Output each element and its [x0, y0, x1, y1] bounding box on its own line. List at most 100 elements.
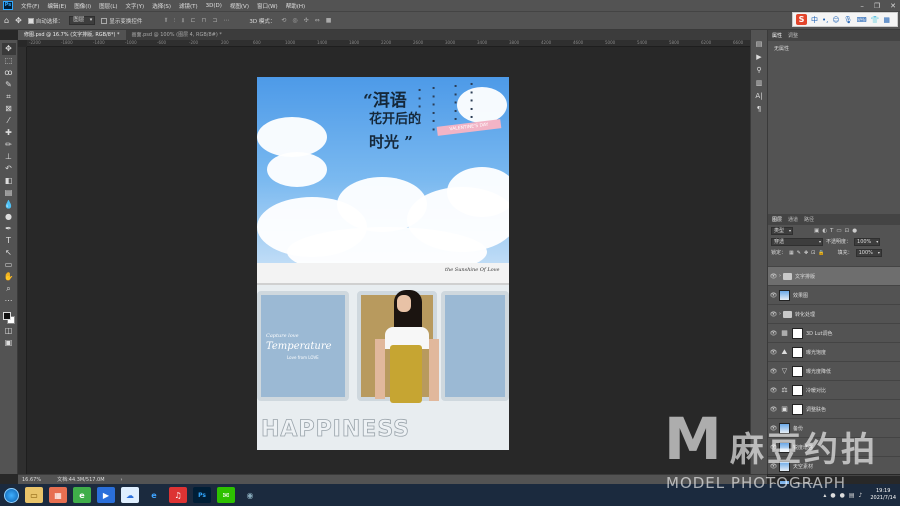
3d-scale-icon[interactable]: ■	[326, 17, 332, 25]
layer-mask-thumbnail[interactable]	[792, 365, 803, 377]
menu-window[interactable]: 窗口(W)	[253, 2, 282, 10]
poster-title-line2[interactable]: 花开后的	[369, 108, 421, 127]
history-icon[interactable]: ▤	[756, 40, 763, 48]
document-tab-1[interactable]: 修图.psd @ 16.7% (文字排版, RGB/8*) *	[18, 30, 126, 40]
visibility-eye-icon[interactable]: 👁	[768, 444, 779, 451]
gradient-tool-icon[interactable]: ▤	[2, 187, 16, 199]
align-top-icon[interactable]: ⫪	[164, 17, 167, 25]
3d-rotate-icon[interactable]: ⟲	[281, 17, 286, 25]
visibility-eye-icon[interactable]: 👁	[768, 349, 779, 356]
layer-row[interactable]: 👁 ▦ 3D Lut调色	[768, 323, 900, 342]
browser-360-icon[interactable]: e	[73, 487, 91, 503]
libraries-icon[interactable]: ▥	[756, 79, 763, 87]
network-icon[interactable]: ▤	[849, 492, 855, 499]
screen-mode-icon[interactable]: ▣	[2, 337, 16, 349]
tab-paths[interactable]: 路径	[804, 216, 814, 223]
3d-pan-icon[interactable]: ✣	[304, 17, 309, 25]
chevron-right-icon[interactable]: ›	[779, 273, 781, 279]
layer-row[interactable]: 👁 效果图	[768, 285, 900, 304]
layer-mask-thumbnail[interactable]	[792, 384, 803, 396]
layer-mask-thumbnail[interactable]	[792, 403, 803, 415]
lock-pixels-icon[interactable]: ▦	[789, 250, 794, 256]
healing-brush-tool-icon[interactable]: ✚	[2, 127, 16, 139]
menu-image[interactable]: 图像(I)	[70, 2, 95, 10]
lock-artboard-icon[interactable]: ⊡	[811, 250, 815, 256]
brush-tool-icon[interactable]: ✏	[2, 139, 16, 151]
layer-row[interactable]: 👁 ⛰ 曝光饱度	[768, 342, 900, 361]
menu-view[interactable]: 视图(V)	[226, 2, 253, 10]
menu-file[interactable]: 文件(F)	[17, 2, 43, 10]
filter-adjust-icon[interactable]: ◐	[822, 228, 827, 234]
align-vcenter-icon[interactable]: ⫶	[174, 17, 176, 25]
tray-app-icon[interactable]: ●	[830, 492, 835, 499]
tab-layers[interactable]: 图层	[772, 216, 782, 223]
align-right-icon[interactable]: ⊐	[212, 17, 217, 25]
tray-app-icon[interactable]: ●	[840, 492, 845, 499]
layer-thumbnail[interactable]	[779, 422, 790, 434]
document-canvas[interactable]: “洱语 花开后的 时光 ” ▪ ▪ ▪ ▪ ▪ ▪ ▪ ▪ ▪ ▪ ▪ ▪ ▪ …	[257, 77, 509, 450]
color-swatches[interactable]	[2, 311, 16, 325]
tab-properties[interactable]: 属性	[772, 32, 782, 39]
layer-thumbnail[interactable]	[779, 441, 790, 453]
document-tab-2[interactable]: 画面.psd @ 100% (图层 4, RGB/8#) *	[126, 30, 228, 40]
history-brush-tool-icon[interactable]: ↶	[2, 163, 16, 175]
layer-row[interactable]: 👁 天空素材	[768, 456, 900, 475]
3d-slide-icon[interactable]: ⇔	[315, 17, 320, 25]
hand-tool-icon[interactable]: ✋	[2, 271, 16, 283]
paragraph-icon[interactable]: ¶	[757, 105, 761, 113]
media-player-icon[interactable]: ▶	[97, 487, 115, 503]
minimize-icon[interactable]: –	[860, 2, 864, 10]
visibility-eye-icon[interactable]: 👁	[768, 330, 779, 337]
tab-channels[interactable]: 通道	[788, 216, 798, 223]
skin-icon[interactable]: 👕	[871, 16, 880, 24]
media-app-icon[interactable]: ▦	[49, 487, 67, 503]
visibility-eye-icon[interactable]: 👁	[768, 425, 779, 432]
actions-icon[interactable]: ▶	[756, 53, 761, 61]
visibility-eye-icon[interactable]: 👁	[768, 273, 779, 280]
visibility-eye-icon[interactable]: 👁	[768, 292, 779, 299]
layer-row[interactable]: 👁 备份	[768, 418, 900, 437]
pen-tool-icon[interactable]: ✒	[2, 223, 16, 235]
show-transform-checkbox[interactable]: 显示变换控件	[101, 17, 142, 25]
zoom-tool-icon[interactable]: ⌕	[2, 283, 16, 295]
type-tool-icon[interactable]: T	[2, 235, 16, 247]
filter-type-icon[interactable]: T	[830, 228, 833, 234]
filter-pixel-icon[interactable]: ▣	[814, 228, 819, 234]
character-icon[interactable]: A|	[755, 92, 762, 100]
microphone-icon[interactable]: 🎙	[844, 16, 853, 24]
poster-title-line3[interactable]: 时光 ”	[369, 131, 413, 152]
crop-tool-icon[interactable]: ⌗	[2, 91, 16, 103]
vertical-ruler[interactable]	[18, 47, 27, 474]
netease-music-icon[interactable]: ♫	[169, 487, 187, 503]
visibility-eye-icon[interactable]: 👁	[768, 387, 779, 394]
tray-chevron-icon[interactable]: ▴	[823, 492, 826, 499]
layer-thumbnail[interactable]	[779, 289, 790, 301]
start-button[interactable]	[0, 484, 22, 506]
layer-row[interactable]: 👁 › 文字排版	[768, 266, 900, 285]
layer-row[interactable]: 👁 ▣ 调整肤色	[768, 399, 900, 418]
cinema4d-icon[interactable]: ◉	[241, 487, 259, 503]
sogou-logo-icon[interactable]: S	[796, 14, 807, 25]
volume-icon[interactable]: ♪	[859, 492, 863, 499]
visibility-eye-icon[interactable]: 👁	[768, 311, 779, 318]
filter-smart-icon[interactable]: ⊡	[845, 228, 850, 234]
layer-mask-thumbnail[interactable]	[792, 327, 803, 339]
visibility-eye-icon[interactable]: 👁	[768, 463, 779, 470]
marquee-tool-icon[interactable]: ⬚	[2, 55, 16, 67]
path-select-tool-icon[interactable]: ↖	[2, 247, 16, 259]
auto-select-checkbox[interactable]: 自动选择：	[27, 17, 63, 25]
layer-row[interactable]: 👁 › 转化处理	[768, 304, 900, 323]
punctuation-icon[interactable]: •,	[822, 16, 828, 24]
photoshop-task-icon[interactable]: Ps	[193, 487, 211, 503]
chevron-right-icon[interactable]: ›	[779, 311, 781, 317]
swatches-icon[interactable]: ⚲	[756, 66, 761, 74]
move-tool-icon[interactable]: ✥	[1, 43, 16, 55]
layer-filter-dropdown[interactable]: 类型	[771, 226, 794, 235]
filter-shape-icon[interactable]: ▭	[836, 228, 841, 234]
menu-type[interactable]: 文字(Y)	[122, 2, 149, 10]
layer-row[interactable]: 👁 锐度增强	[768, 437, 900, 456]
align-left-icon[interactable]: ⊏	[191, 17, 196, 25]
align-bottom-icon[interactable]: ⫫	[181, 17, 184, 25]
poster-script-text[interactable]: the Sunshine Of Love	[445, 267, 499, 273]
poster-happiness-text[interactable]: HAPPINESS	[261, 417, 410, 443]
